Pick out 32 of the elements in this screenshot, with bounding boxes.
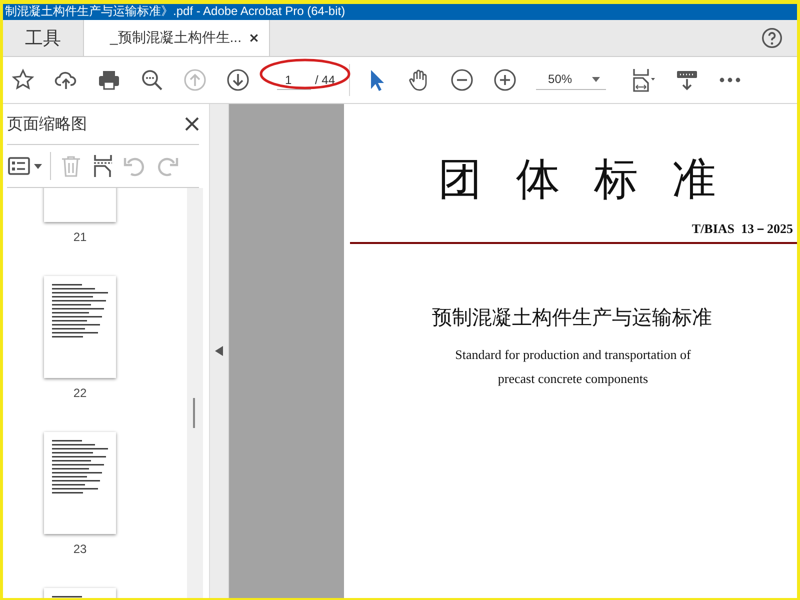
- document-title: 预制混凝土构件生产与运输标准: [432, 306, 713, 331]
- printer-icon[interactable]: [97, 68, 121, 92]
- zoom-out-icon[interactable]: [450, 68, 474, 92]
- page-number: 23: [73, 542, 87, 556]
- page-number: 21: [73, 230, 87, 244]
- caret-icon: [592, 76, 600, 82]
- document-subtitle: Standard for production and transportation of: [454, 346, 692, 364]
- collapse-handle[interactable]: [210, 104, 229, 598]
- tab[interactable]: 工具: [3, 20, 83, 56]
- read-mode-icon[interactable]: [675, 68, 700, 92]
- zoom-in-icon[interactable]: [493, 68, 518, 92]
- document-tab[interactable]: _预制混凝土构件生...: [83, 20, 270, 56]
- extract-page-icon[interactable]: [91, 154, 115, 178]
- help-icon[interactable]: [761, 27, 783, 49]
- fit-page-icon[interactable]: [631, 68, 656, 92]
- document-heading: 团体标准: [438, 154, 751, 206]
- scrollbar[interactable]: [187, 188, 203, 598]
- close-icon[interactable]: [185, 117, 199, 131]
- zoom-dropdown[interactable]: 50%: [536, 70, 606, 90]
- list-view-icon[interactable]: [7, 154, 31, 178]
- standard-number: T/BIAS 13－2025: [692, 220, 793, 238]
- window-title: 制混凝土构件生产与运输标准》.pdf - Adobe Acrobat Pro (64-bit): [5, 4, 346, 19]
- page-count: / 44: [315, 73, 336, 87]
- panel-title: 页面缩略图: [7, 114, 87, 134]
- page-thumbnail[interactable]: [44, 432, 116, 534]
- star-icon[interactable]: [11, 68, 35, 92]
- close-icon[interactable]: [249, 33, 260, 43]
- page-thumbnail[interactable]: [44, 276, 116, 378]
- search-icon[interactable]: [140, 68, 164, 92]
- page-number: 22: [73, 386, 87, 400]
- caret-icon: [34, 164, 42, 168]
- document-subtitle: precast concrete components: [496, 370, 650, 388]
